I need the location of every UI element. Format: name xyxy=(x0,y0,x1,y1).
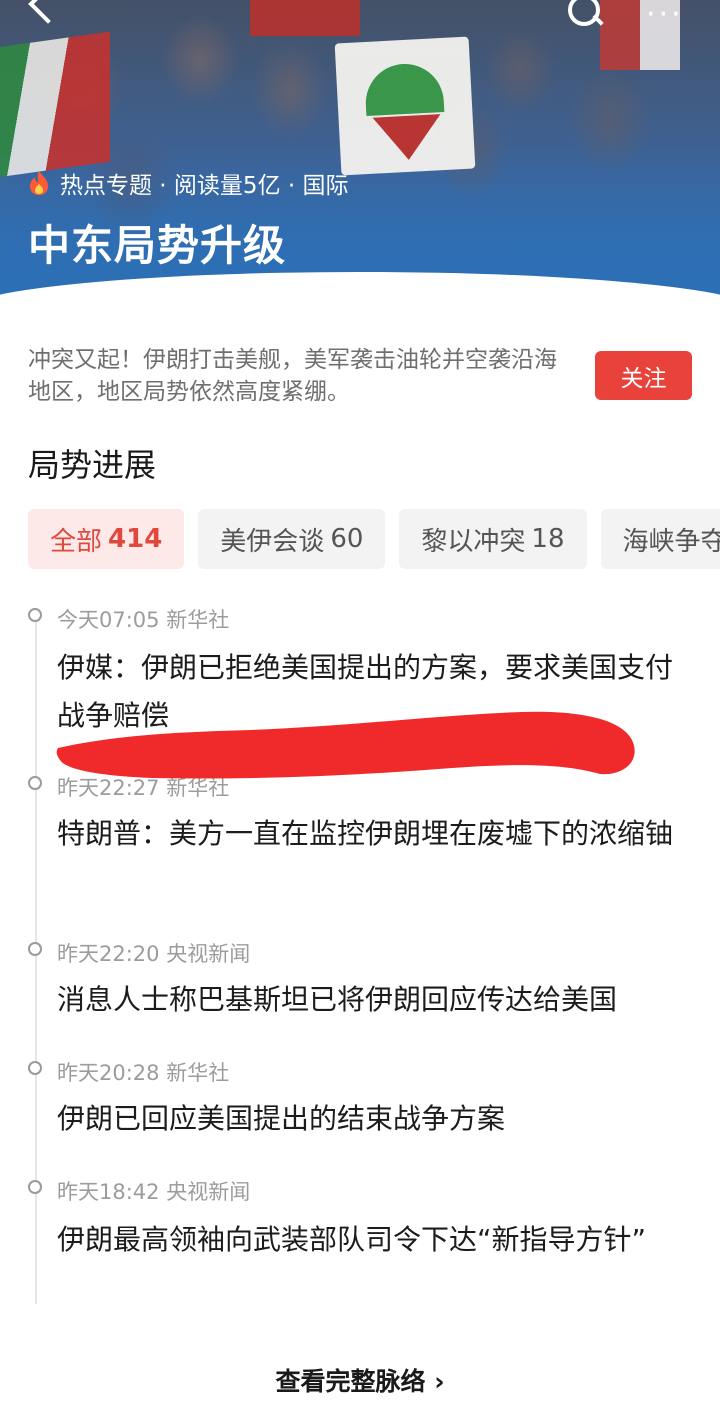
timeline-time: 昨天20:28 新华社 xyxy=(57,1061,230,1085)
banner-placard xyxy=(334,36,476,176)
banner-flag-left xyxy=(0,31,110,179)
search-icon[interactable] xyxy=(566,0,602,30)
topic-meta-label: 热点专题 · 阅读量5亿 · 国际 xyxy=(60,173,349,199)
more-icon[interactable]: ··· xyxy=(646,0,684,30)
tab-all[interactable]: 全部 414 xyxy=(28,509,185,569)
timeline-line xyxy=(35,614,37,1304)
follow-button[interactable]: 关注 xyxy=(595,351,692,400)
timeline-dot xyxy=(28,1061,42,1075)
filter-tabs: 全部 414 美伊会谈 60 黎以冲突 18 海峡争夺 xyxy=(28,509,720,569)
timeline-dot xyxy=(28,608,42,622)
timeline-headline: 伊朗已回应美国提出的结束战争方案 xyxy=(57,1102,506,1135)
fire-icon xyxy=(30,171,48,195)
tab-lebanon-israel[interactable]: 黎以冲突 18 xyxy=(399,509,587,569)
timeline-dot xyxy=(28,776,42,790)
timeline-time: 昨天22:20 央视新闻 xyxy=(57,942,251,966)
section-title: 局势进展 xyxy=(28,446,157,484)
back-icon[interactable] xyxy=(26,0,62,30)
timeline-time: 昨天18:42 央视新闻 xyxy=(57,1180,251,1204)
tab-us-iran-talks[interactable]: 美伊会谈 60 xyxy=(198,509,386,569)
timeline-dot xyxy=(28,1180,42,1194)
tab-strait[interactable]: 海峡争夺 xyxy=(600,509,720,569)
topic-meta: 热点专题 · 阅读量5亿 · 国际 xyxy=(28,166,349,200)
banner-flag-top xyxy=(250,0,360,36)
page-title: 中东局势升级 xyxy=(28,221,287,270)
topic-summary: 冲突又起！伊朗打击美舰，美军袭击油轮并空袭沿海地区，地区局势依然高度紧绷。 xyxy=(28,347,557,405)
timeline-time: 今天07:05 新华社 xyxy=(57,608,230,632)
timeline-headline: 特朗普：美方一直在监控伊朗埋在废墟下的浓缩铀 xyxy=(57,817,674,850)
view-full-timeline-link[interactable]: 查看完整脉络 › xyxy=(0,1362,720,1398)
timeline-headline: 消息人士称巴基斯坦已将伊朗回应传达给美国 xyxy=(57,983,618,1016)
timeline-headline: 伊朗最高领袖向武装部队司令下达“新指导方针” xyxy=(57,1223,647,1256)
timeline-dot xyxy=(28,942,42,956)
red-highlight-scribble xyxy=(56,711,635,779)
